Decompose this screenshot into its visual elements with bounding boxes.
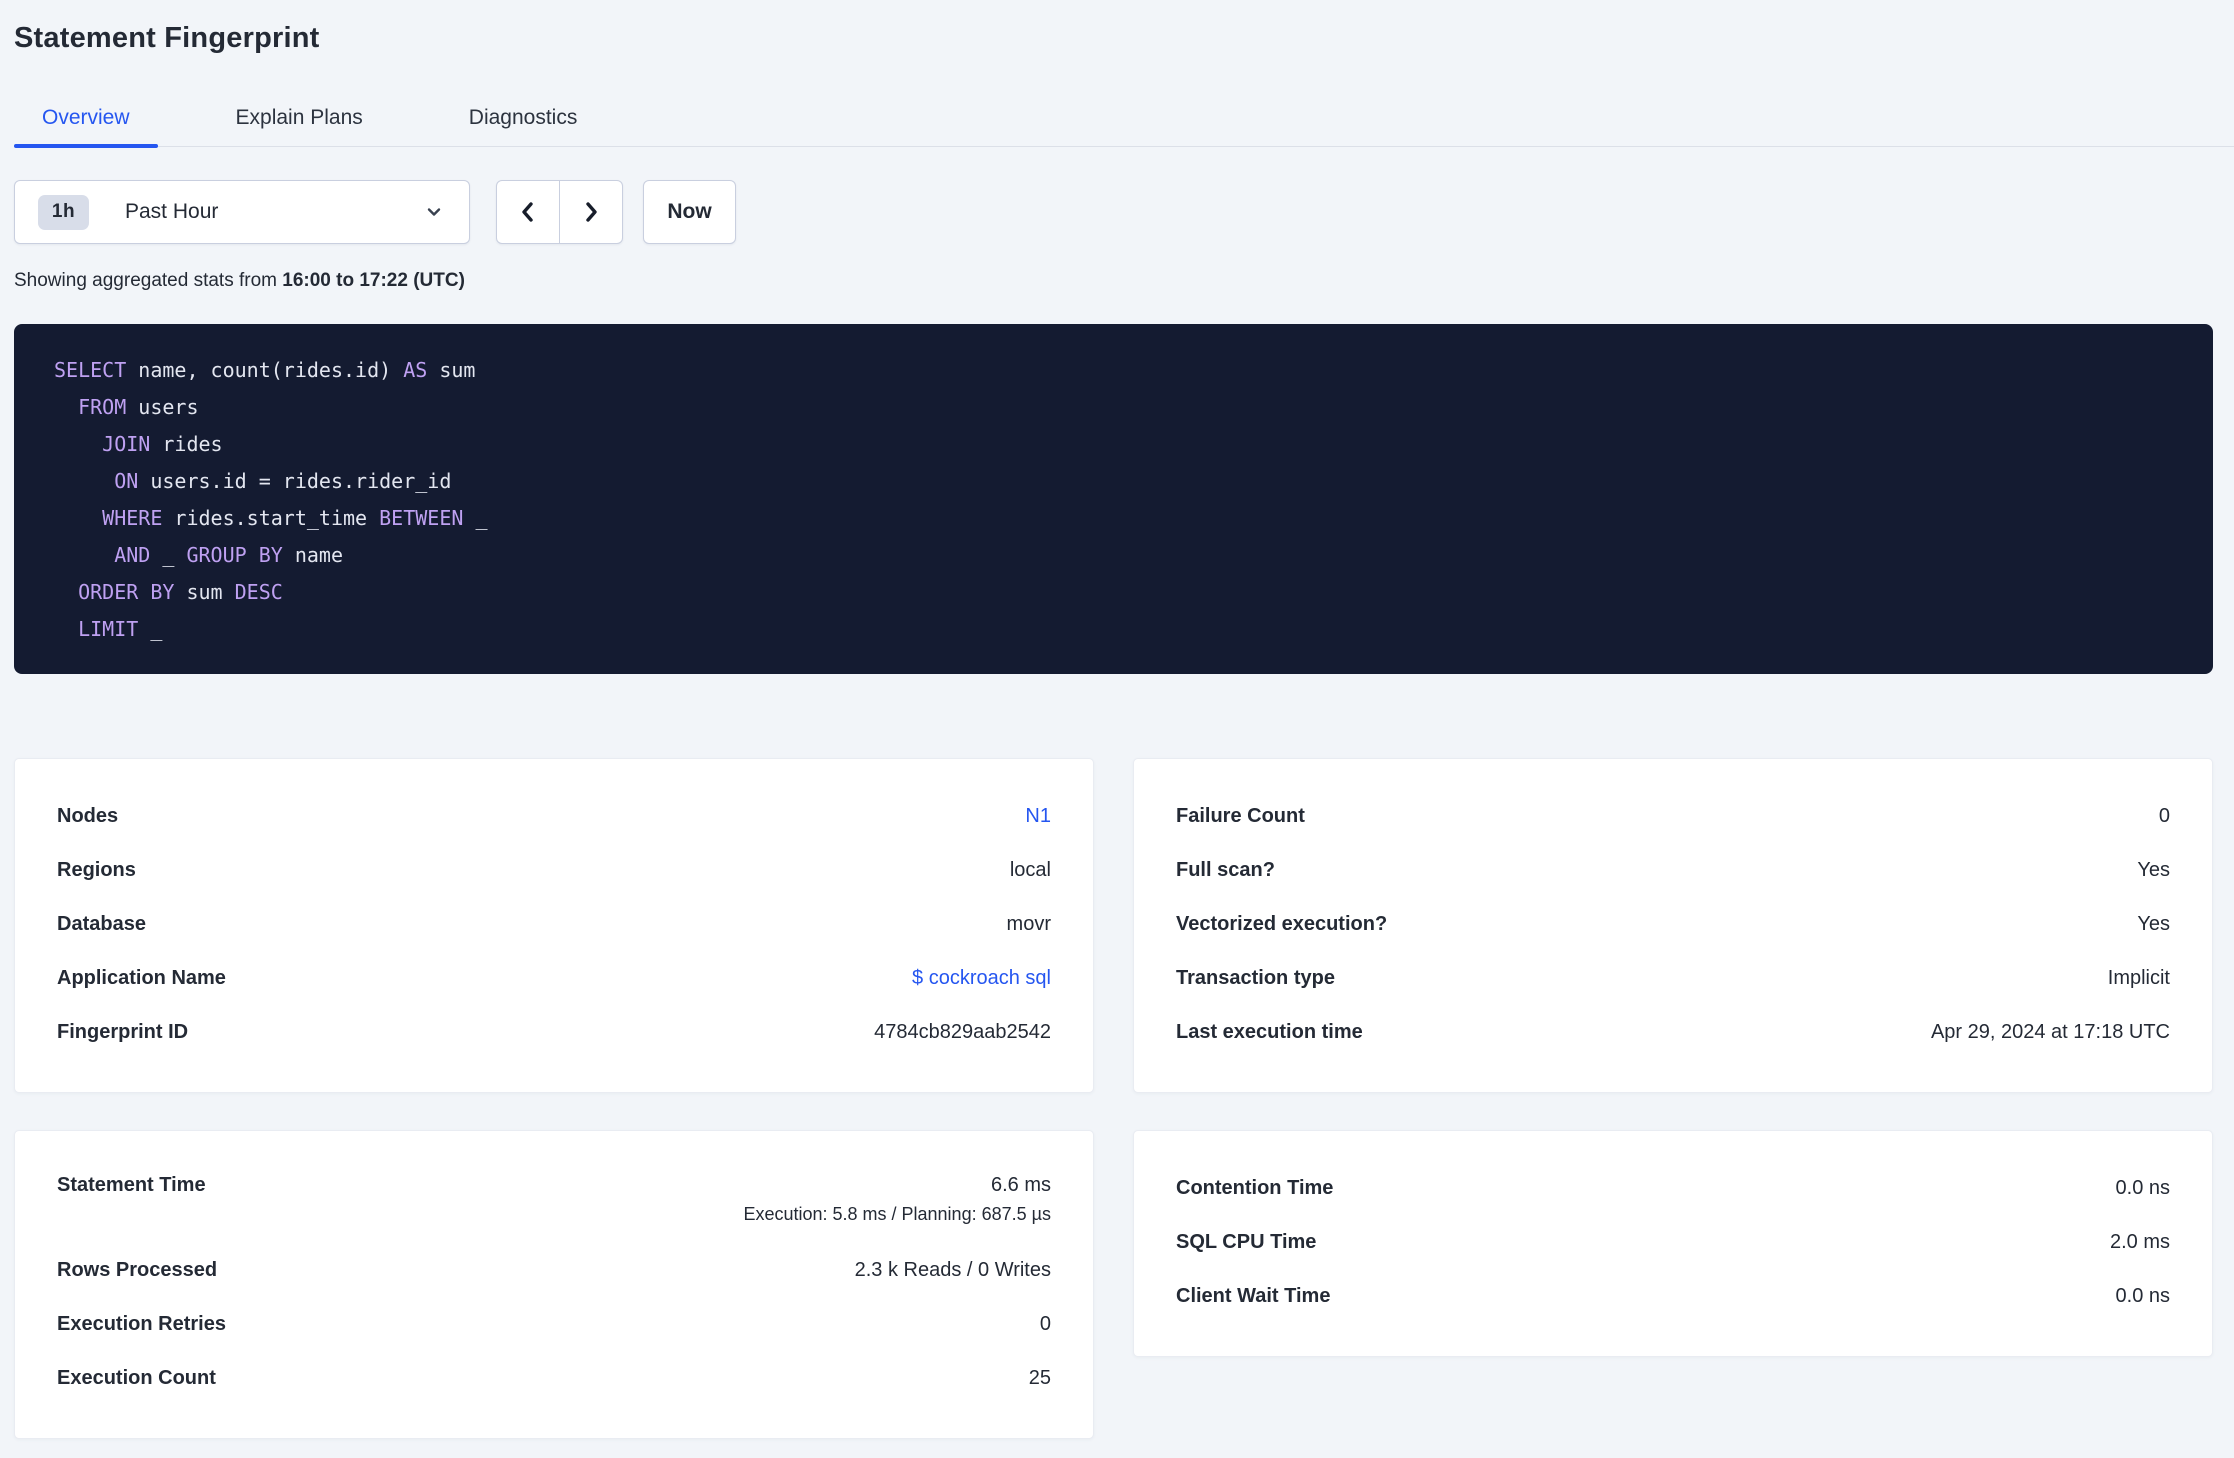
chevron-left-icon (516, 200, 540, 224)
time-controls: 1h Past Hour Now (14, 180, 2213, 244)
aggregated-stats-prefix: Showing aggregated stats from (14, 270, 283, 291)
detail-row: Execution Retries 0 (57, 1297, 1051, 1351)
detail-row: Execution Count 25 (57, 1351, 1051, 1405)
detail-row: Vectorized execution? Yes (1176, 897, 2170, 951)
statement-fingerprint-page: Statement Fingerprint Overview Explain P… (0, 0, 2234, 1439)
detail-label: Failure Count (1176, 804, 1305, 827)
detail-label: Execution Retries (57, 1312, 226, 1335)
detail-value: 0 (2158, 804, 2170, 827)
detail-value: 0.0 ns (2115, 1176, 2170, 1199)
execution-attributes-card: Failure Count 0 Full scan? Yes Vectorized ex… (1133, 758, 2213, 1093)
detail-label: Contention Time (1176, 1176, 1334, 1199)
detail-value: Implicit (2107, 966, 2170, 989)
time-range-dropdown[interactable]: 1h Past Hour (14, 180, 470, 244)
detail-label: Client Wait Time (1176, 1284, 1331, 1307)
timing-cards-row: Statement Time 6.6 ms Execution: 5.8 ms / … (14, 1130, 2213, 1439)
detail-value: 0.0 ns (2115, 1284, 2170, 1307)
wait-timing-card: Contention Time 0.0 ns SQL CPU Time 2.0 ms C… (1133, 1130, 2213, 1357)
chevron-right-icon (579, 200, 603, 224)
detail-row: Fingerprint ID 4784cb829aab2542 (57, 1005, 1051, 1059)
tab-overview[interactable]: Overview (14, 106, 158, 148)
detail-label: Transaction type (1176, 966, 1335, 989)
detail-value: 25 (1028, 1366, 1051, 1389)
detail-row: Failure Count 0 (1176, 789, 2170, 843)
detail-label: Statement Time (57, 1174, 206, 1196)
overview-cards-row: Nodes N1 Regions local Database movr Applicati… (14, 758, 2213, 1093)
detail-value: local (1009, 858, 1051, 881)
chevron-down-icon (425, 203, 443, 221)
detail-label: Execution Count (57, 1366, 216, 1389)
detail-value: 0 (1039, 1312, 1051, 1335)
tab-diagnostics[interactable]: Diagnostics (441, 106, 606, 146)
detail-value: Yes (2137, 912, 2170, 935)
detail-value: 2.0 ms (2109, 1230, 2170, 1253)
aggregated-stats-range: 16:00 to 17:22 (UTC) (282, 270, 465, 291)
detail-row: Rows Processed 2.3 k Reads / 0 Writes (57, 1243, 1051, 1297)
now-button[interactable]: Now (643, 180, 736, 244)
time-prev-button[interactable] (497, 181, 559, 243)
sql-code: SELECT name, count(rides.id) AS sum FROM… (54, 358, 488, 641)
statement-timing-card: Statement Time 6.6 ms Execution: 5.8 ms / … (14, 1130, 1094, 1439)
detail-label: Regions (57, 858, 136, 881)
detail-value-link[interactable]: $ cockroach sql (912, 967, 1051, 990)
detail-value: movr (1006, 912, 1051, 935)
detail-row: Last execution time Apr 29, 2024 at 17:18… (1176, 1005, 2170, 1059)
time-step-button-group (496, 180, 623, 244)
statement-details-card: Nodes N1 Regions local Database movr Applicati… (14, 758, 1094, 1093)
detail-label: Rows Processed (57, 1258, 218, 1281)
detail-label: Application Name (57, 966, 226, 989)
detail-label: Vectorized execution? (1176, 912, 1388, 935)
tab-bar: Overview Explain Plans Diagnostics (14, 106, 2234, 148)
page-title: Statement Fingerprint (14, 22, 320, 54)
detail-row: Regions local (57, 843, 1051, 897)
detail-label: Nodes (57, 804, 119, 827)
detail-row: Transaction type Implicit (1176, 951, 2170, 1005)
detail-label: Full scan? (1176, 858, 1275, 881)
detail-row: Statement Time 6.6 ms Execution: 5.8 ms / … (57, 1161, 1051, 1243)
time-next-button[interactable] (559, 181, 622, 243)
detail-label: SQL CPU Time (1176, 1230, 1317, 1253)
detail-row: Application Name $ cockroach sql (57, 951, 1051, 1005)
time-range-label: Past Hour (125, 200, 219, 223)
time-range-badge: 1h (38, 194, 89, 230)
detail-row: Client Wait Time 0.0 ns (1176, 1269, 2170, 1323)
detail-value-link[interactable]: N1 (1025, 805, 1051, 828)
detail-value: Apr 29, 2024 at 17:18 UTC (1930, 1020, 2170, 1043)
detail-label: Database (57, 912, 146, 935)
detail-value: Yes (2137, 858, 2170, 881)
detail-subvalue: Execution: 5.8 ms / Planning: 687.5 µs (743, 1204, 1051, 1224)
detail-row: Contention Time 0.0 ns (1176, 1161, 2170, 1215)
detail-value: 2.3 k Reads / 0 Writes (854, 1258, 1051, 1281)
detail-label: Fingerprint ID (57, 1020, 189, 1043)
tab-explain-plans[interactable]: Explain Plans (208, 106, 391, 146)
detail-value: 4784cb829aab2542 (874, 1020, 1051, 1043)
detail-row: Database movr (57, 897, 1051, 951)
detail-row: Full scan? Yes (1176, 843, 2170, 897)
detail-row: Nodes N1 (57, 789, 1051, 843)
detail-value: 6.6 ms (990, 1174, 1051, 1196)
sql-statement-box: SELECT name, count(rides.id) AS sum FROM… (14, 324, 2213, 674)
detail-row: SQL CPU Time 2.0 ms (1176, 1215, 2170, 1269)
detail-label: Last execution time (1176, 1020, 1363, 1043)
aggregated-stats-line: Showing aggregated stats from 16:00 to 1… (14, 270, 2213, 292)
